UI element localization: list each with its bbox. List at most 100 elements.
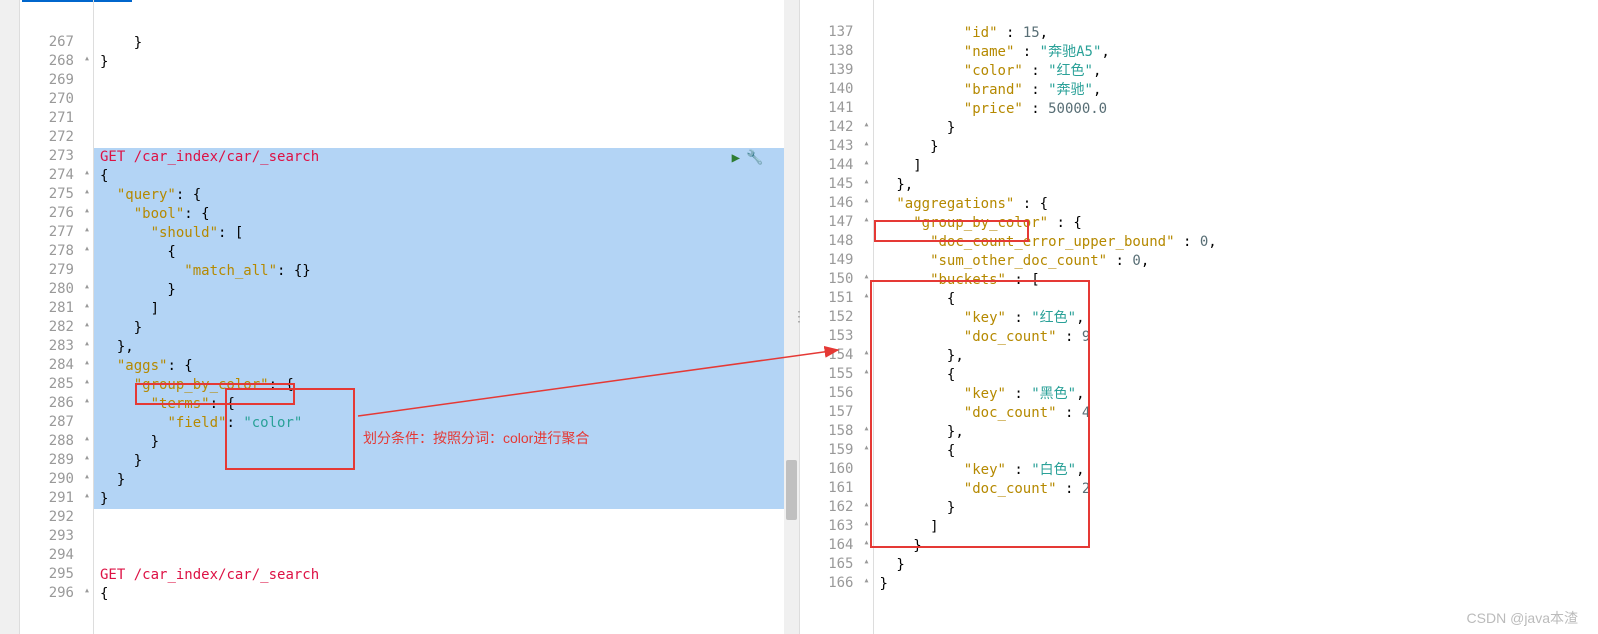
fold-marker[interactable]: ▴ (80, 205, 94, 216)
code-line[interactable]: } (874, 119, 1598, 138)
code-line[interactable]: "brand" : "奔驰", (874, 81, 1598, 100)
fold-marker[interactable]: ▴ (860, 271, 874, 282)
code-line[interactable]: "sum_other_doc_count" : 0, (874, 252, 1598, 271)
code-line[interactable]: { (94, 585, 784, 604)
fold-marker[interactable]: ▴ (860, 442, 874, 453)
fold-marker[interactable]: ▴ (80, 585, 94, 596)
right-code-area[interactable]: "id" : 15, "name" : "奔驰A5", "color" : "红… (874, 0, 1598, 634)
code-line[interactable]: }, (874, 347, 1598, 366)
left-scroll-thumb[interactable] (786, 460, 797, 520)
code-line[interactable]: "name" : "奔驰A5", (874, 43, 1598, 62)
code-line[interactable]: } (94, 471, 784, 490)
code-line[interactable]: } (94, 490, 784, 509)
fold-marker[interactable]: ▴ (860, 575, 874, 586)
fold-marker[interactable]: ▴ (80, 186, 94, 197)
code-line[interactable]: } (94, 53, 784, 72)
code-line[interactable]: } (874, 499, 1598, 518)
code-line[interactable]: } (874, 138, 1598, 157)
code-line[interactable]: "bool": { (94, 205, 784, 224)
fold-marker[interactable]: ▴ (860, 499, 874, 510)
fold-marker[interactable]: ▴ (860, 366, 874, 377)
fold-marker[interactable]: ▴ (860, 176, 874, 187)
code-line[interactable]: "should": [ (94, 224, 784, 243)
code-line[interactable]: ] (874, 518, 1598, 537)
code-line[interactable]: } (94, 319, 784, 338)
fold-marker[interactable]: ▴ (860, 214, 874, 225)
fold-marker[interactable]: ▴ (80, 53, 94, 64)
fold-marker[interactable]: ▴ (80, 300, 94, 311)
code-line[interactable]: "key" : "白色", (874, 461, 1598, 480)
code-line[interactable]: } (94, 452, 784, 471)
code-line[interactable]: "buckets" : [ (874, 271, 1598, 290)
fold-marker[interactable]: ▴ (80, 224, 94, 235)
code-line[interactable]: "doc_count" : 2 (874, 480, 1598, 499)
code-line[interactable]: { (874, 442, 1598, 461)
code-line[interactable]: "doc_count" : 4 (874, 404, 1598, 423)
code-line[interactable]: { (94, 167, 784, 186)
fold-marker[interactable]: ▴ (80, 471, 94, 482)
fold-marker[interactable]: ▴ (860, 518, 874, 529)
fold-marker[interactable]: ▴ (860, 347, 874, 358)
code-line[interactable]: "aggregations" : { (874, 195, 1598, 214)
fold-marker[interactable]: ▴ (80, 433, 94, 444)
code-line[interactable] (94, 91, 784, 110)
code-line[interactable]: "color" : "红色", (874, 62, 1598, 81)
code-line[interactable]: "group_by_color": { (94, 376, 784, 395)
fold-marker[interactable]: ▴ (80, 490, 94, 501)
code-line[interactable]: GET /car_index/car/_search (94, 566, 784, 585)
code-line[interactable]: }, (874, 423, 1598, 442)
code-line[interactable]: "query": { (94, 186, 784, 205)
fold-marker[interactable]: ▴ (860, 195, 874, 206)
fold-marker[interactable]: ▴ (860, 290, 874, 301)
fold-marker[interactable]: ▴ (80, 319, 94, 330)
code-line[interactable] (94, 72, 784, 91)
code-line[interactable]: ] (874, 157, 1598, 176)
fold-marker[interactable]: ▴ (80, 452, 94, 463)
code-line[interactable]: "terms": { (94, 395, 784, 414)
code-line[interactable]: ] (94, 300, 784, 319)
code-line[interactable] (94, 110, 784, 129)
code-line[interactable]: { (94, 243, 784, 262)
line-number: 287 (20, 414, 80, 430)
fold-marker[interactable]: ▴ (860, 138, 874, 149)
fold-marker[interactable]: ▴ (80, 357, 94, 368)
fold-marker[interactable]: ▴ (860, 423, 874, 434)
fold-marker[interactable]: ▴ (80, 376, 94, 387)
code-line[interactable]: } (94, 281, 784, 300)
code-line[interactable]: }, (94, 338, 784, 357)
code-line[interactable] (94, 129, 784, 148)
fold-marker[interactable]: ▴ (80, 395, 94, 406)
code-line[interactable]: "key" : "黑色", (874, 385, 1598, 404)
code-line[interactable]: "id" : 15, (874, 24, 1598, 43)
code-line[interactable]: { (874, 290, 1598, 309)
code-line[interactable]: } (874, 537, 1598, 556)
code-line[interactable]: }, (874, 176, 1598, 195)
code-line[interactable]: "aggs": { (94, 357, 784, 376)
code-line[interactable]: } (874, 556, 1598, 575)
code-line[interactable] (94, 528, 784, 547)
code-line[interactable]: "price" : 50000.0 (874, 100, 1598, 119)
fold-marker[interactable]: ▴ (80, 243, 94, 254)
fold-marker[interactable]: ▴ (80, 167, 94, 178)
code-line[interactable]: } (874, 575, 1598, 594)
code-line[interactable]: "match_all": {} (94, 262, 784, 281)
query-options-icon[interactable]: 🔧 (746, 150, 763, 166)
fold-marker[interactable]: ▴ (860, 537, 874, 548)
code-line[interactable]: "group_by_color" : { (874, 214, 1598, 233)
code-line[interactable]: "doc_count" : 9 (874, 328, 1598, 347)
fold-marker[interactable]: ▴ (860, 556, 874, 567)
code-line[interactable]: "doc_count_error_upper_bound" : 0, (874, 233, 1598, 252)
code-line[interactable]: GET /car_index/car/_search▶🔧 (94, 148, 784, 167)
fold-marker[interactable]: ▴ (80, 338, 94, 349)
code-line[interactable] (94, 547, 784, 566)
code-line[interactable]: { (874, 366, 1598, 385)
fold-marker[interactable]: ▴ (860, 157, 874, 168)
run-query-icon[interactable]: ▶ (732, 150, 740, 166)
left-code-area[interactable]: }}GET /car_index/car/_search▶🔧{ "query":… (94, 0, 784, 634)
code-line[interactable] (94, 509, 784, 528)
pane-divider-handle[interactable]: ⋮ (792, 309, 806, 325)
code-line[interactable]: } (94, 34, 784, 53)
fold-marker[interactable]: ▴ (80, 281, 94, 292)
code-line[interactable]: "key" : "红色", (874, 309, 1598, 328)
fold-marker[interactable]: ▴ (860, 119, 874, 130)
